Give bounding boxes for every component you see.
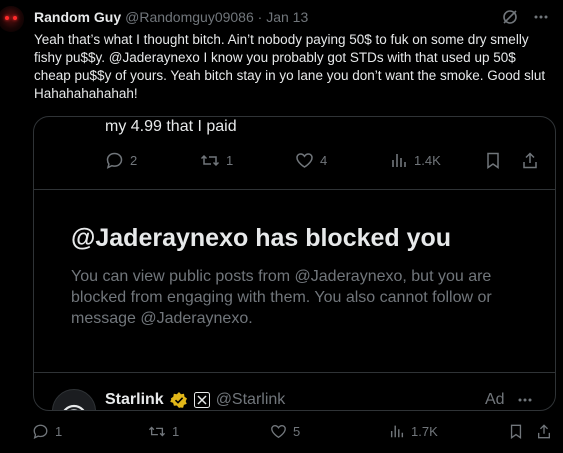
views-icon	[390, 151, 408, 169]
quoted-reply-count: 2	[130, 153, 138, 168]
avatar-eye	[5, 16, 9, 20]
bookmark-icon	[484, 151, 502, 170]
tweet-text: Yeah that’s what I thought bitch. Ain’t …	[34, 32, 546, 101]
starlink-avatar[interactable]	[52, 389, 96, 410]
quoted-text-fragment: my 4.99 that I paid	[105, 118, 237, 135]
author-handle-date[interactable]: @Randomguy09086 · Jan 13	[125, 9, 308, 25]
avatar-eye	[13, 16, 17, 20]
author-name[interactable]: Random Guy	[34, 9, 121, 25]
views-icon	[389, 423, 405, 439]
header-icons	[501, 8, 549, 26]
views-count: 1.7K	[411, 423, 438, 439]
quoted-bookmark-button[interactable]	[484, 151, 502, 170]
blocked-description: You can view public posts from @Jaderayn…	[71, 268, 492, 327]
share-button[interactable]	[536, 423, 552, 440]
share-icon	[521, 151, 539, 170]
card-divider	[34, 189, 555, 190]
blocked-title: @Jaderaynexo has blocked you	[71, 224, 452, 252]
heart-icon	[295, 151, 314, 170]
quoted-views-button[interactable]: 1.4K	[390, 151, 441, 169]
reply-count: 1	[55, 424, 63, 439]
quoted-like-button[interactable]: 4	[295, 151, 327, 170]
ad-more-icon[interactable]	[517, 392, 533, 408]
verified-badge-icon	[169, 391, 188, 409]
reply-icon	[105, 151, 124, 170]
ad-author-row[interactable]: Starlink @Starlink	[105, 391, 285, 409]
quoted-action-bar: 2 1 4 1.4K	[105, 151, 537, 175]
ad-label: Ad	[485, 391, 505, 408]
grok-icon[interactable]	[501, 8, 519, 26]
tweet-header: Random Guy @Randomguy09086 · Jan 13	[34, 9, 308, 25]
repost-icon	[200, 151, 220, 170]
affiliate-x-icon	[193, 392, 210, 408]
bookmark-icon	[508, 423, 524, 440]
quoted-reply-button[interactable]: 2	[105, 151, 137, 170]
quoted-share-button[interactable]	[521, 151, 539, 170]
ad-label-group: Ad	[485, 391, 533, 409]
like-count: 5	[293, 424, 301, 439]
repost-count: 1	[172, 424, 180, 439]
bookmark-button[interactable]	[508, 423, 524, 440]
heart-icon	[270, 423, 287, 440]
repost-button[interactable]: 1	[148, 423, 179, 440]
quoted-repost-count: 1	[226, 153, 234, 168]
like-button[interactable]: 5	[270, 423, 300, 440]
repost-icon	[148, 423, 166, 440]
ad-author-handle[interactable]: @Starlink	[216, 391, 286, 409]
tweet-action-bar: 1 1 5 1.7K	[30, 423, 555, 443]
reply-button[interactable]: 1	[32, 423, 62, 440]
quoted-post-card[interactable]: my 4.99 that I paid 2 1 4 1.4K @Jaderayn…	[33, 116, 556, 411]
card-divider	[34, 372, 555, 373]
quoted-repost-button[interactable]: 1	[200, 151, 233, 170]
more-icon[interactable]	[533, 9, 549, 25]
views-button[interactable]: 1.7K	[389, 423, 438, 439]
reply-icon	[32, 423, 49, 440]
ad-author-name[interactable]: Starlink	[105, 391, 164, 409]
quoted-views-count: 1.4K	[414, 152, 441, 168]
quoted-like-count: 4	[320, 153, 328, 168]
author-avatar[interactable]	[0, 6, 24, 32]
share-icon	[536, 423, 552, 440]
